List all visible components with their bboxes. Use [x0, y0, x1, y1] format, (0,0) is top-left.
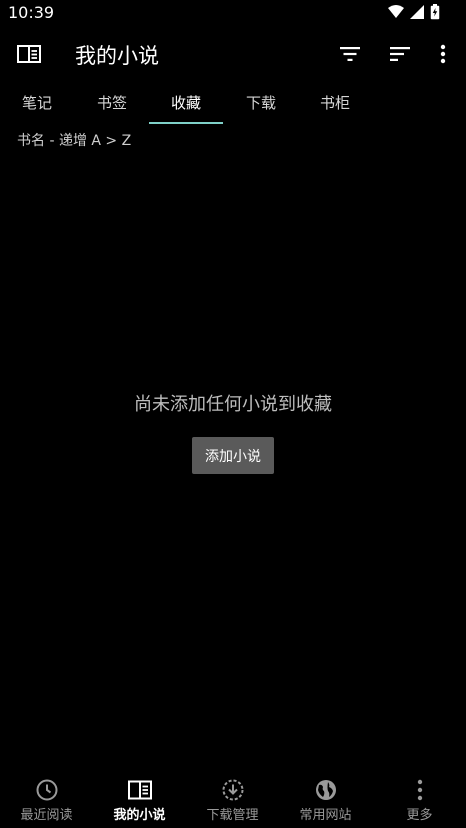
globe-icon: [315, 780, 336, 800]
book-open-icon[interactable]: [16, 42, 42, 66]
page-title: 我的小说: [75, 44, 159, 68]
clock-icon: [36, 779, 57, 801]
nav-item-more[interactable]: 更多: [373, 772, 466, 828]
app-bar: 我的小说: [0, 26, 466, 82]
more-vert-icon[interactable]: [429, 40, 457, 68]
add-novel-button[interactable]: 添加小说: [192, 437, 274, 474]
signal-icon: [410, 5, 424, 19]
nav-item-downloads[interactable]: 下载管理: [186, 772, 279, 828]
nav-label-websites: 常用网站: [299, 808, 352, 823]
filter-icon[interactable]: [336, 40, 364, 68]
bottom-nav: 最近阅读 我的小说 下载管理 常用网站 更多: [0, 772, 466, 828]
nav-label-more: 更多: [406, 808, 433, 823]
tab-indicator: [149, 122, 223, 124]
status-icons: [388, 4, 440, 20]
more-vert-icon: [417, 779, 422, 801]
tab-favorites[interactable]: 收藏: [149, 88, 223, 124]
book-open-icon: [127, 780, 152, 800]
battery-icon: [430, 4, 440, 20]
tab-downloads[interactable]: 下载: [224, 88, 298, 124]
wifi-icon: [388, 5, 404, 18]
nav-label-downloads: 下载管理: [206, 808, 259, 823]
tab-bookshelf[interactable]: 书柜: [298, 88, 372, 124]
sort-label[interactable]: 书名 - 递增 A > Z: [17, 130, 131, 150]
sort-icon[interactable]: [386, 40, 414, 68]
nav-item-recent[interactable]: 最近阅读: [0, 772, 93, 828]
nav-label-recent: 最近阅读: [20, 808, 73, 823]
tab-bookmarks[interactable]: 书签: [75, 88, 149, 124]
status-bar: 10:39: [0, 0, 466, 26]
nav-item-my-novels[interactable]: 我的小说: [93, 772, 186, 828]
status-time: 10:39: [8, 3, 55, 22]
nav-item-websites[interactable]: 常用网站: [279, 772, 372, 828]
empty-message: 尚未添加任何小说到收藏: [134, 394, 332, 415]
download-icon: [222, 779, 243, 801]
nav-label-my-novels: 我的小说: [113, 808, 166, 823]
tab-bar: 笔记 书签 收藏 下载 书柜: [0, 88, 466, 124]
tab-notes[interactable]: 笔记: [0, 88, 74, 124]
